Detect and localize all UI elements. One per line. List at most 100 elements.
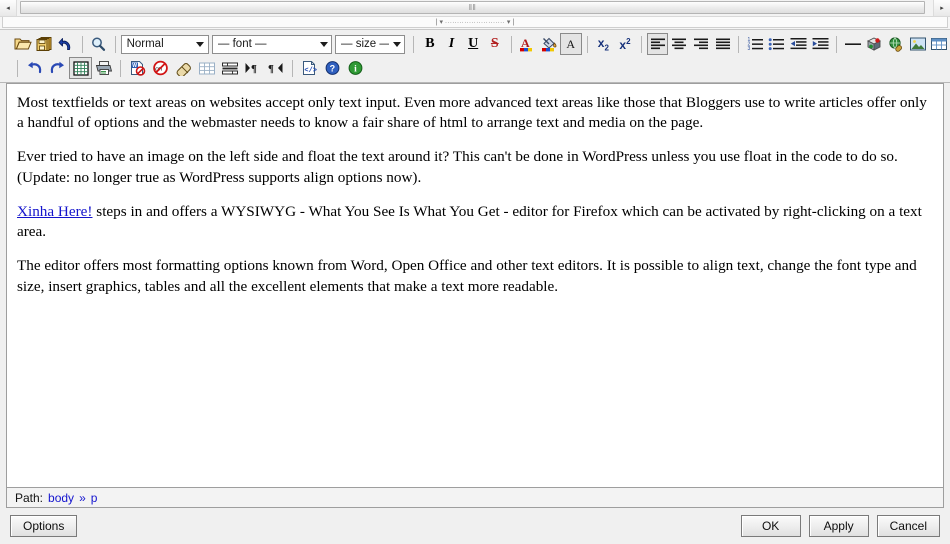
remove-format-button[interactable]: A (559, 33, 582, 55)
splitter-right-bar: | (512, 19, 515, 26)
toolbar-separator (586, 35, 588, 53)
scroll-left-arrow-icon[interactable]: ◂ (0, 0, 17, 16)
toolbar-separator (81, 35, 83, 53)
save-file-button[interactable] (34, 33, 56, 55)
scrollbar-thumb[interactable]: ‖‖ (20, 1, 925, 14)
unordered-list-button[interactable] (766, 33, 788, 55)
svg-text:</>: </> (304, 67, 317, 75)
align-left-icon (650, 38, 665, 50)
insert-image-button[interactable] (907, 33, 929, 55)
paragraph-3: Xinha Here! steps in and offers a WYSIWY… (17, 202, 933, 242)
scroll-right-arrow-icon[interactable]: ▸ (933, 0, 950, 16)
direction-ltr-button[interactable]: ¶ (241, 57, 264, 79)
toggle-borders-button[interactable] (69, 57, 92, 79)
about-info-icon: i (348, 61, 363, 75)
direction-rtl-button[interactable]: ¶ (264, 57, 287, 79)
no-entry-button[interactable]: on (149, 57, 172, 79)
split-cells-button[interactable] (218, 57, 241, 79)
chevron-down-icon[interactable] (389, 41, 404, 47)
table-properties-button[interactable] (195, 57, 218, 79)
clean-word-html-button[interactable]: W (126, 57, 149, 79)
superscript-index: 2 (626, 36, 631, 46)
splitter-right-marker-icon: ▾ (506, 19, 511, 26)
xinha-here-link[interactable]: Xinha Here! (17, 203, 92, 220)
outdent-icon (790, 38, 807, 50)
xinha-editor-window: ◂ ‖‖ ▸ | ▾ ························· ▾ | (0, 0, 950, 544)
redo-button[interactable] (46, 57, 69, 79)
apply-button[interactable]: Apply (808, 515, 869, 537)
insert-table-button[interactable] (929, 33, 950, 55)
align-center-button[interactable] (668, 33, 690, 55)
toolbar-separator (510, 35, 512, 53)
direction-ltr-icon: ¶ (245, 63, 257, 75)
magnifier-search-icon (92, 37, 106, 51)
direction-rtl-icon: ¶ (268, 63, 283, 75)
font-name-select[interactable]: — font — (211, 34, 333, 54)
toolbar-separator (17, 59, 18, 77)
document-body[interactable]: Most textfields or text areas on website… (7, 84, 943, 307)
eraser-button[interactable] (172, 57, 195, 79)
path-crumb-p[interactable]: p (91, 491, 98, 505)
ordered-list-button[interactable]: 123 (744, 33, 766, 55)
html-source-icon: </> (303, 61, 317, 75)
html-source-button[interactable]: </> (298, 57, 321, 79)
font-size-value: — size — (341, 38, 390, 50)
insert-object-button[interactable] (864, 33, 886, 55)
italic-label: I (448, 36, 455, 51)
table-grid-icon (198, 62, 215, 74)
panel-splitter-strip[interactable]: | ▾ ························· ▾ | (0, 17, 950, 30)
splitter-left-bar: | (435, 19, 438, 26)
outdent-button[interactable] (788, 33, 810, 55)
format-block-select[interactable]: Normal (120, 34, 209, 54)
insert-snippet-button[interactable] (55, 33, 77, 55)
chevron-down-icon[interactable] (193, 41, 208, 47)
splitter-handle[interactable]: | ▾ ························· ▾ | (436, 18, 514, 28)
toolbar-separator (114, 35, 116, 53)
undo-button[interactable] (23, 57, 46, 79)
undo-icon (28, 61, 42, 74)
text-color-button[interactable]: A (517, 33, 539, 55)
clean-word-html-icon: W (131, 61, 146, 76)
paragraph-4: The editor offers most formatting option… (17, 257, 917, 295)
chevron-down-icon[interactable] (316, 41, 331, 47)
cancel-button[interactable]: Cancel (876, 515, 940, 537)
insert-link-button[interactable] (885, 33, 907, 55)
options-button[interactable]: Options (10, 515, 78, 537)
subscript-button[interactable]: x2 (593, 33, 615, 55)
align-right-button[interactable] (690, 33, 712, 55)
paragraph-3-text: steps in and offers a WYSIWYG - What You… (17, 202, 922, 241)
background-color-button[interactable] (538, 33, 560, 55)
align-left-button[interactable] (646, 33, 669, 55)
eraser-icon (176, 62, 191, 76)
bold-button[interactable]: B (419, 33, 441, 55)
print-button[interactable] (92, 57, 115, 79)
path-crumb-body[interactable]: body (48, 491, 74, 505)
horizontal-rule-button[interactable] (842, 33, 864, 55)
path-separator-icon: » (79, 490, 86, 505)
superscript-button[interactable]: x2 (614, 33, 636, 55)
subscript-index: 2 (604, 43, 609, 53)
ok-button[interactable]: OK (740, 515, 801, 537)
editor-content-area[interactable]: Most textfields or text areas on website… (6, 83, 944, 487)
window-horizontal-scrollbar[interactable]: ◂ ‖‖ ▸ (0, 0, 950, 17)
indent-button[interactable] (809, 33, 831, 55)
align-justify-button[interactable] (712, 33, 734, 55)
strikethrough-label: S (490, 36, 499, 51)
globe-link-icon (889, 37, 902, 52)
help-button[interactable]: ? (321, 57, 344, 79)
search-replace-button[interactable] (88, 33, 110, 55)
open-file-button[interactable] (12, 33, 34, 55)
toolbar-row-1: Normal — font — — size — B I U S A A x2 … (0, 32, 950, 56)
scrollbar-track[interactable]: ‖‖ (17, 0, 933, 16)
about-button[interactable]: i (344, 57, 367, 79)
svg-text:¶: ¶ (251, 63, 257, 75)
strikethrough-button[interactable]: S (484, 33, 506, 55)
italic-button[interactable]: I (441, 33, 463, 55)
svg-text:?: ? (330, 64, 336, 74)
no-entry-icon: on (153, 60, 168, 76)
underline-button[interactable]: U (462, 33, 484, 55)
svg-text:A: A (521, 36, 530, 50)
font-size-select[interactable]: — size — (335, 34, 406, 54)
align-center-icon (672, 38, 687, 50)
toolbar-separator (835, 35, 837, 53)
